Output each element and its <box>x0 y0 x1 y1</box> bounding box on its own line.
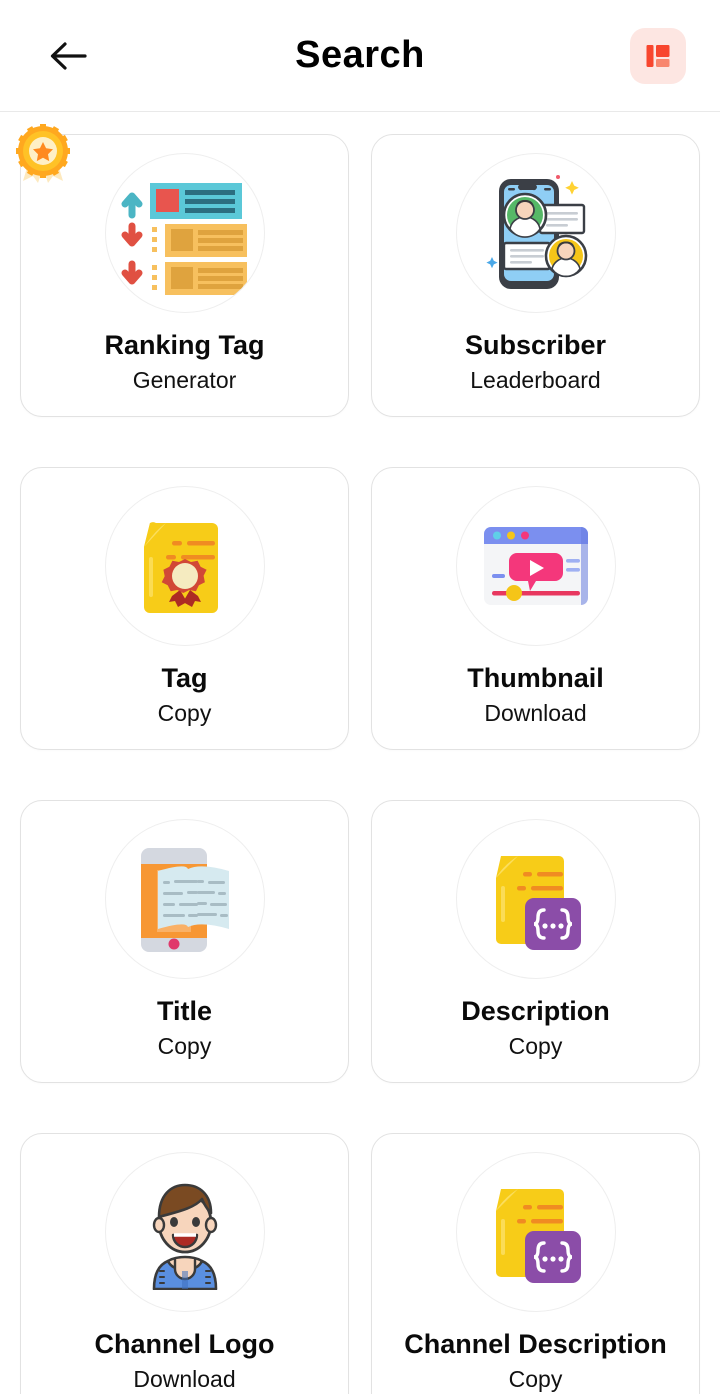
layout-grid-button[interactable] <box>630 27 686 84</box>
card-icon-circle <box>104 153 265 313</box>
boy-avatar-icon <box>152 1183 217 1290</box>
app-header: Search <box>0 0 720 112</box>
card-title: Ranking Tag <box>104 330 265 360</box>
card-subtitle: Download <box>484 699 587 726</box>
card-title: Thumbnail <box>467 663 604 693</box>
card-icon-circle <box>104 1152 265 1312</box>
card-icon-circle <box>455 153 616 313</box>
premium-award-badge <box>16 124 70 183</box>
phone-document-icon <box>141 848 229 952</box>
card-channel-description[interactable]: Channel Description Copy <box>371 1133 700 1394</box>
certificate-icon <box>143 522 218 613</box>
card-description[interactable]: Description Copy <box>371 800 700 1083</box>
card-subtitle: Leaderboard <box>470 366 601 393</box>
card-icon-circle <box>104 819 265 979</box>
document-code-icon <box>495 856 581 950</box>
card-title: Title <box>156 996 212 1026</box>
card-subtitle: Copy <box>508 1365 563 1392</box>
video-browser-icon <box>483 527 588 605</box>
card-title: Tag <box>161 663 208 693</box>
card-ranking-tag[interactable]: Ranking Tag Generator <box>16 124 349 417</box>
card-title: Channel Description <box>404 1329 667 1359</box>
card-title: Description <box>461 996 610 1026</box>
card-subtitle: Generator <box>132 366 237 393</box>
card-thumbnail[interactable]: Thumbnail Download <box>371 467 700 750</box>
page-title: Search <box>295 34 425 76</box>
card-title-copy[interactable]: Title Copy <box>20 800 349 1083</box>
card-subtitle: Copy <box>508 1032 563 1059</box>
arrow-left-icon <box>50 41 87 70</box>
card-tag[interactable]: Tag Copy <box>20 467 349 750</box>
card-icon-circle <box>455 819 616 979</box>
card-icon-circle <box>104 486 265 646</box>
phone-subscribers-icon <box>485 175 587 289</box>
document-code-icon <box>495 1189 581 1283</box>
card-subtitle: Copy <box>157 699 212 726</box>
ranking-list-icon <box>121 183 247 295</box>
back-button[interactable] <box>40 28 96 84</box>
card-icon-circle <box>455 1152 616 1312</box>
card-title: Channel Logo <box>94 1329 275 1359</box>
card-title: Subscriber <box>464 330 607 360</box>
card-subtitle: Download <box>133 1365 236 1392</box>
card-icon-circle <box>455 486 616 646</box>
card-subtitle: Copy <box>157 1032 212 1059</box>
card-channel-logo[interactable]: Channel Logo Download <box>20 1133 349 1394</box>
tools-grid: Ranking Tag Generator Subscriber Leaderb… <box>0 112 720 1394</box>
layout-grid-icon <box>646 44 670 67</box>
card-subscriber[interactable]: Subscriber Leaderboard <box>371 134 700 417</box>
